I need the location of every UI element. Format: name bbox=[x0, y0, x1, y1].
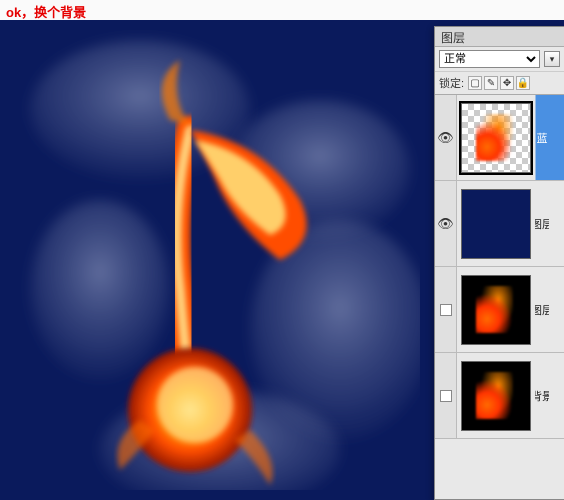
blend-mode-select[interactable]: 正常 bbox=[439, 50, 540, 68]
layer-name[interactable]: 图层 bbox=[535, 267, 549, 352]
lock-position-icon[interactable]: ✥ bbox=[500, 76, 514, 90]
lock-row: 锁定: ▢ ✎ ✥ 🔒 bbox=[435, 72, 564, 95]
layer-visibility-toggle[interactable]: 👁 bbox=[435, 181, 457, 266]
panel-menu-icon[interactable]: ▾ bbox=[544, 51, 560, 67]
panel-tab-label: 图层 bbox=[441, 31, 465, 45]
layer-row[interactable]: 图层 bbox=[435, 267, 564, 353]
layer-thumbnail[interactable] bbox=[461, 361, 531, 431]
fire-music-note-artwork bbox=[20, 30, 420, 490]
lock-label: 锁定: bbox=[439, 75, 464, 91]
layer-name[interactable]: 蓝 bbox=[535, 95, 549, 180]
layer-thumbnail[interactable] bbox=[461, 189, 531, 259]
layer-visibility-toggle[interactable]: 👁 bbox=[435, 95, 457, 180]
lock-all-icon[interactable]: 🔒 bbox=[516, 76, 530, 90]
eye-icon: 👁 bbox=[437, 216, 454, 232]
layer-row[interactable]: 👁 蓝 bbox=[435, 95, 564, 181]
layer-row[interactable]: 背景 bbox=[435, 353, 564, 439]
layer-name[interactable]: 图层 bbox=[535, 181, 549, 266]
eye-icon: 👁 bbox=[437, 130, 454, 146]
lock-transparency-icon[interactable]: ▢ bbox=[468, 76, 482, 90]
layer-visibility-toggle[interactable] bbox=[435, 267, 457, 352]
visibility-checkbox-icon bbox=[440, 390, 452, 402]
blend-mode-row: 正常 ▾ bbox=[435, 47, 564, 72]
header-bar: ok，换个背景 bbox=[0, 0, 564, 20]
layer-thumbnail[interactable] bbox=[461, 103, 531, 173]
lock-pixels-icon[interactable]: ✎ bbox=[484, 76, 498, 90]
layers-panel: 图层 正常 ▾ 锁定: ▢ ✎ ✥ 🔒 👁 蓝 bbox=[434, 26, 564, 500]
header-text: ok，换个背景 bbox=[6, 5, 86, 20]
panel-tab-layers[interactable]: 图层 bbox=[435, 27, 564, 47]
visibility-checkbox-icon bbox=[440, 304, 452, 316]
layer-visibility-toggle[interactable] bbox=[435, 353, 457, 438]
layer-row[interactable]: 👁 图层 bbox=[435, 181, 564, 267]
layer-name[interactable]: 背景 bbox=[535, 353, 549, 438]
layers-list: 👁 蓝 👁 图层 bbox=[435, 95, 564, 439]
layer-thumbnail[interactable] bbox=[461, 275, 531, 345]
